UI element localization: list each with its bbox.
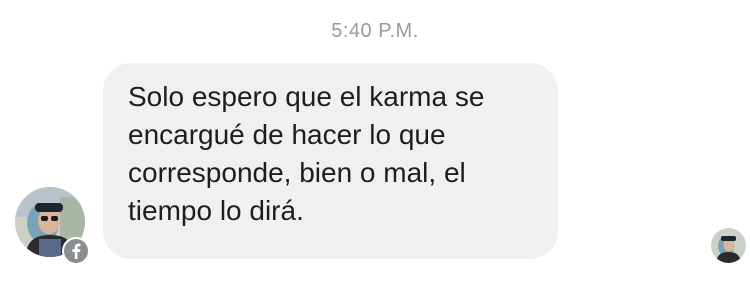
seen-avatar-icon (711, 228, 746, 263)
read-receipt (711, 228, 746, 263)
facebook-badge (62, 237, 90, 265)
message-timestamp: 5:40 P.M. (331, 20, 419, 42)
message-bubble[interactable]: Solo espero que el karma se encargué de … (103, 63, 558, 259)
facebook-icon (62, 237, 90, 265)
message-text: Solo espero que el karma se encargué de … (128, 81, 485, 226)
